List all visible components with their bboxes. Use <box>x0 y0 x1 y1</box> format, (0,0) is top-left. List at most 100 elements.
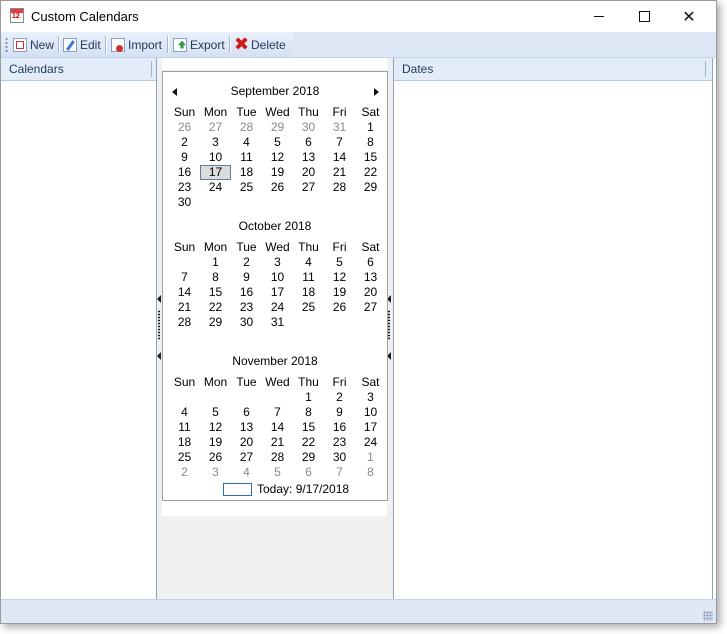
day-cell[interactable]: 3 <box>262 255 293 270</box>
day-cell[interactable]: 2 <box>169 135 200 150</box>
day-cell[interactable]: 29 <box>200 315 231 330</box>
day-cell[interactable]: 10 <box>355 405 386 420</box>
day-cell[interactable]: 27 <box>355 300 386 315</box>
day-cell[interactable]: 26 <box>200 450 231 465</box>
day-cell[interactable]: 9 <box>169 150 200 165</box>
column-divider[interactable] <box>705 61 706 77</box>
day-cell[interactable]: 12 <box>324 270 355 285</box>
day-cell[interactable]: 30 <box>231 315 262 330</box>
day-cell[interactable]: 5 <box>324 255 355 270</box>
day-cell[interactable]: 22 <box>293 435 324 450</box>
day-cell[interactable]: 26 <box>169 120 200 135</box>
day-cell[interactable]: 15 <box>200 285 231 300</box>
day-cell[interactable]: 20 <box>231 435 262 450</box>
day-cell[interactable]: 21 <box>324 165 355 180</box>
import-button[interactable]: Import <box>111 35 162 54</box>
day-cell[interactable]: 4 <box>231 465 262 480</box>
calendars-column-header[interactable]: Calendars <box>1 58 156 81</box>
day-cell[interactable]: 15 <box>293 420 324 435</box>
day-cell[interactable]: 2 <box>324 390 355 405</box>
day-cell[interactable]: 26 <box>324 300 355 315</box>
day-cell[interactable]: 21 <box>169 300 200 315</box>
day-cell[interactable]: 6 <box>293 135 324 150</box>
toolbar-grip-icon[interactable] <box>5 37 8 53</box>
day-cell[interactable]: 1 <box>200 255 231 270</box>
day-cell[interactable]: 6 <box>293 465 324 480</box>
day-cell[interactable]: 23 <box>324 435 355 450</box>
day-cell[interactable]: 5 <box>200 405 231 420</box>
day-cell[interactable]: 30 <box>293 120 324 135</box>
day-cell[interactable]: 4 <box>293 255 324 270</box>
collapse-left-arrow-icon[interactable] <box>157 352 161 360</box>
day-cell[interactable]: 8 <box>355 465 386 480</box>
day-cell[interactable]: 1 <box>293 390 324 405</box>
day-cell[interactable]: 28 <box>262 450 293 465</box>
day-cell[interactable]: 20 <box>293 165 324 180</box>
day-cell[interactable]: 30 <box>324 450 355 465</box>
day-cell[interactable]: 11 <box>293 270 324 285</box>
day-cell[interactable]: 26 <box>262 180 293 195</box>
day-cell[interactable]: 11 <box>169 420 200 435</box>
calendars-list[interactable]: Calendars <box>1 58 157 599</box>
day-cell[interactable]: 10 <box>262 270 293 285</box>
day-cell[interactable]: 8 <box>355 135 386 150</box>
day-cell[interactable]: 19 <box>262 165 293 180</box>
day-cell[interactable]: 24 <box>200 180 231 195</box>
day-cell[interactable]: 4 <box>169 405 200 420</box>
day-cell[interactable]: 1 <box>355 120 386 135</box>
day-cell[interactable]: 13 <box>355 270 386 285</box>
day-cell[interactable]: 24 <box>262 300 293 315</box>
day-cell[interactable]: 14 <box>169 285 200 300</box>
day-cell[interactable]: 18 <box>231 165 262 180</box>
day-cell[interactable]: 6 <box>355 255 386 270</box>
day-cell[interactable]: 3 <box>200 135 231 150</box>
day-cell[interactable]: 18 <box>169 435 200 450</box>
day-cell[interactable]: 2 <box>231 255 262 270</box>
day-cell[interactable]: 9 <box>324 405 355 420</box>
day-cell[interactable]: 15 <box>355 150 386 165</box>
selected-day-cell[interactable]: 17 <box>200 165 231 180</box>
day-cell[interactable]: 5 <box>262 135 293 150</box>
edit-button[interactable]: Edit <box>63 35 101 54</box>
day-cell[interactable]: 8 <box>293 405 324 420</box>
month-calendar[interactable]: September 2018 Sun Mon Tue Wed Thu Fri Sat 26 27… <box>162 71 388 501</box>
title-bar[interactable]: 12 Custom Calendars ✕ <box>1 1 716 32</box>
day-cell[interactable]: 30 <box>169 195 200 210</box>
collapse-left-arrow-icon[interactable] <box>157 295 161 303</box>
day-cell[interactable]: 31 <box>262 315 293 330</box>
day-cell[interactable]: 23 <box>169 180 200 195</box>
day-cell[interactable]: 27 <box>231 450 262 465</box>
minimize-button[interactable] <box>576 1 622 32</box>
day-cell[interactable]: 23 <box>231 300 262 315</box>
dates-column-header[interactable]: Dates <box>394 58 712 81</box>
day-cell[interactable]: 3 <box>200 465 231 480</box>
day-cell[interactable]: 31 <box>324 120 355 135</box>
day-cell[interactable]: 22 <box>355 165 386 180</box>
day-cell[interactable]: 24 <box>355 435 386 450</box>
day-cell[interactable]: 7 <box>324 135 355 150</box>
day-cell[interactable]: 4 <box>231 135 262 150</box>
day-cell[interactable]: 27 <box>200 120 231 135</box>
day-cell[interactable]: 17 <box>262 285 293 300</box>
day-cell[interactable]: 19 <box>200 435 231 450</box>
day-cell[interactable]: 16 <box>324 420 355 435</box>
day-cell[interactable]: 19 <box>324 285 355 300</box>
day-cell[interactable]: 16 <box>231 285 262 300</box>
day-cell[interactable]: 9 <box>231 270 262 285</box>
day-cell[interactable]: 8 <box>200 270 231 285</box>
today-link[interactable]: Today: 9/17/2018 <box>257 482 349 496</box>
day-cell[interactable]: 7 <box>169 270 200 285</box>
day-cell[interactable]: 28 <box>231 120 262 135</box>
day-cell[interactable]: 17 <box>355 420 386 435</box>
day-cell[interactable]: 7 <box>324 465 355 480</box>
column-divider[interactable] <box>151 61 152 77</box>
day-cell[interactable]: 21 <box>262 435 293 450</box>
day-cell[interactable]: 14 <box>324 150 355 165</box>
day-cell[interactable]: 20 <box>355 285 386 300</box>
export-button[interactable]: Export <box>173 35 225 54</box>
day-cell[interactable]: 25 <box>293 300 324 315</box>
close-button[interactable]: ✕ <box>666 1 712 32</box>
day-cell[interactable]: 25 <box>231 180 262 195</box>
day-cell[interactable]: 29 <box>355 180 386 195</box>
day-cell[interactable]: 12 <box>262 150 293 165</box>
